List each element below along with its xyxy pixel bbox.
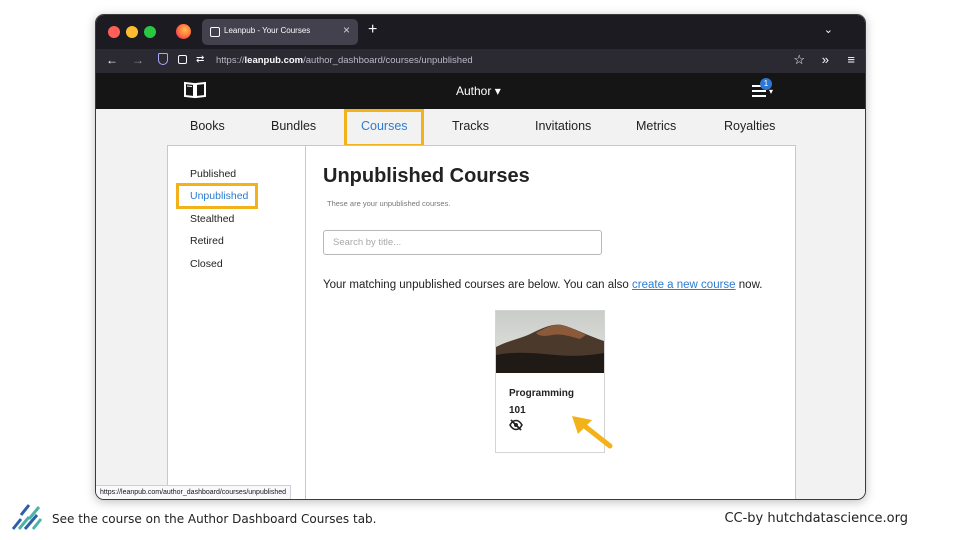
url-host: leanpub.com <box>244 55 304 66</box>
address-bar[interactable]: https://leanpub.com/author_dashboard/cou… <box>216 55 473 66</box>
search-input[interactable] <box>323 230 602 255</box>
page-content: Books Bundles Courses Tracks Invitations… <box>96 109 865 499</box>
back-icon[interactable]: ← <box>106 53 118 67</box>
author-menu-dropdown[interactable]: Author ▾ <box>456 84 501 98</box>
tab-books[interactable]: Books <box>190 119 225 133</box>
tab-tracks[interactable]: Tracks <box>452 119 489 133</box>
matching-courses-text: Your matching unpublished courses are be… <box>323 279 762 291</box>
tab-bundles[interactable]: Bundles <box>271 119 316 133</box>
browser-window: Leanpub - Your Courses × + ⌄ ← → ⇄ https… <box>95 14 866 500</box>
slide-caption: See the course on the Author Dashboard C… <box>52 512 377 526</box>
shield-icon[interactable] <box>158 53 168 65</box>
sidebar-item-published[interactable]: Published <box>190 168 236 180</box>
tab-favicon-icon <box>210 27 220 37</box>
course-status-sidebar: Published Unpublished Stealthed Retired … <box>167 145 306 499</box>
match-text-after: now. <box>735 279 763 291</box>
caret-down-icon: ▾ <box>769 87 774 96</box>
menu-icon[interactable]: ≡ <box>847 52 855 67</box>
list-all-tabs-icon[interactable]: ⌄ <box>824 23 833 36</box>
page-subtitle: These are your unpublished courses. <box>327 199 451 208</box>
extensions-icon[interactable]: » <box>822 52 829 67</box>
browser-tab-strip: Leanpub - Your Courses × + ⌄ <box>96 15 865 49</box>
new-tab-button[interactable]: + <box>368 21 377 39</box>
url-path: /author_dashboard/courses/unpublished <box>303 55 473 66</box>
sidebar-item-closed[interactable]: Closed <box>190 258 223 270</box>
course-cover-image <box>496 311 604 373</box>
minimize-window-button[interactable] <box>126 26 138 38</box>
hutch-logo-icon <box>11 504 43 530</box>
maximize-window-button[interactable] <box>144 26 156 38</box>
sidebar-item-stealthed[interactable]: Stealthed <box>190 213 234 225</box>
leanpub-header: Author ▾ 1 ▾ <box>96 73 865 109</box>
forward-icon[interactable]: → <box>132 53 144 67</box>
annotation-arrow-icon <box>572 416 613 449</box>
browser-toolbar: ← → ⇄ https://leanpub.com/author_dashboa… <box>96 49 865 73</box>
sidebar-item-retired[interactable]: Retired <box>190 235 224 247</box>
browser-status-bar: https://leanpub.com/author_dashboard/cou… <box>96 485 292 499</box>
create-new-course-link[interactable]: create a new course <box>632 279 736 291</box>
leanpub-book-logo-icon[interactable] <box>183 81 207 99</box>
close-window-button[interactable] <box>108 26 120 38</box>
slide: Leanpub - Your Courses × + ⌄ ← → ⇄ https… <box>0 0 960 540</box>
match-text-before: Your matching unpublished courses are be… <box>323 279 633 291</box>
page-title: Unpublished Courses <box>323 165 530 187</box>
browser-tab[interactable]: Leanpub - Your Courses × <box>202 19 358 45</box>
dashboard-tabs: Books Bundles Courses Tracks Invitations… <box>96 109 865 147</box>
bookmark-star-icon[interactable]: ☆ <box>793 52 805 68</box>
permissions-icon[interactable]: ⇄ <box>196 54 204 65</box>
eye-slash-icon <box>509 419 523 431</box>
firefox-icon[interactable] <box>176 24 191 39</box>
close-tab-icon[interactable]: × <box>343 23 350 37</box>
tab-royalties[interactable]: Royalties <box>724 119 775 133</box>
slide-credit: CC-by hutchdatascience.org <box>724 511 908 526</box>
unpublished-highlight <box>176 183 258 209</box>
main-panel: Unpublished Courses These are your unpub… <box>306 145 796 499</box>
tab-title: Leanpub - Your Courses <box>224 26 311 35</box>
tab-invitations[interactable]: Invitations <box>535 119 591 133</box>
url-prefix: https:// <box>216 55 245 66</box>
courses-tab-highlight <box>344 109 424 147</box>
lock-icon[interactable] <box>178 55 187 64</box>
tab-metrics[interactable]: Metrics <box>636 119 676 133</box>
